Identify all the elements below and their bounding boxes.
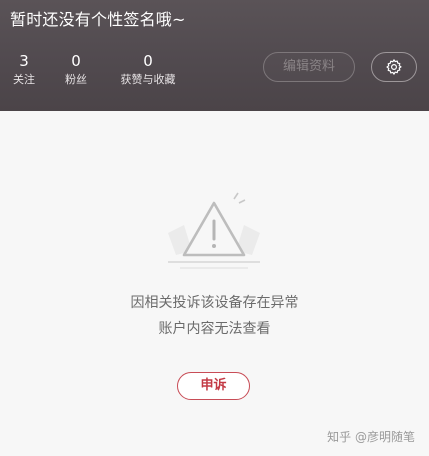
stat-fans[interactable]: 0 粉丝: [63, 52, 89, 87]
appeal-button[interactable]: 申诉: [177, 372, 250, 400]
restriction-submessage: 账户内容无法查看: [158, 321, 271, 337]
content-area: 因相关投诉该设备存在异常 账户内容无法查看 申诉 知乎 @彦明随笔: [0, 111, 429, 456]
stat-likes-collections[interactable]: 0 获赞与收藏: [116, 52, 180, 87]
stat-following-label: 关注: [13, 73, 35, 86]
stat-following[interactable]: 3 关注: [10, 52, 38, 87]
settings-button[interactable]: [371, 52, 417, 82]
edit-profile-button[interactable]: 编辑资料: [263, 52, 355, 82]
watermark: 知乎 @彦明随笔: [327, 430, 415, 444]
restriction-message: 因相关投诉该设备存在异常: [130, 295, 299, 311]
stat-following-count: 3: [19, 52, 29, 70]
profile-header: 暂时还没有个性签名哦~ 3 关注 0 粉丝 0 获赞与收藏 编辑资料: [0, 0, 429, 111]
warning-triangle-icon: [162, 189, 266, 273]
stat-likes-count: 0: [143, 52, 153, 70]
gear-icon: [385, 58, 403, 76]
profile-signature: 暂时还没有个性签名哦~: [10, 10, 186, 29]
stat-fans-count: 0: [71, 52, 81, 70]
stat-likes-label: 获赞与收藏: [120, 73, 176, 86]
stat-fans-label: 粉丝: [65, 73, 87, 86]
